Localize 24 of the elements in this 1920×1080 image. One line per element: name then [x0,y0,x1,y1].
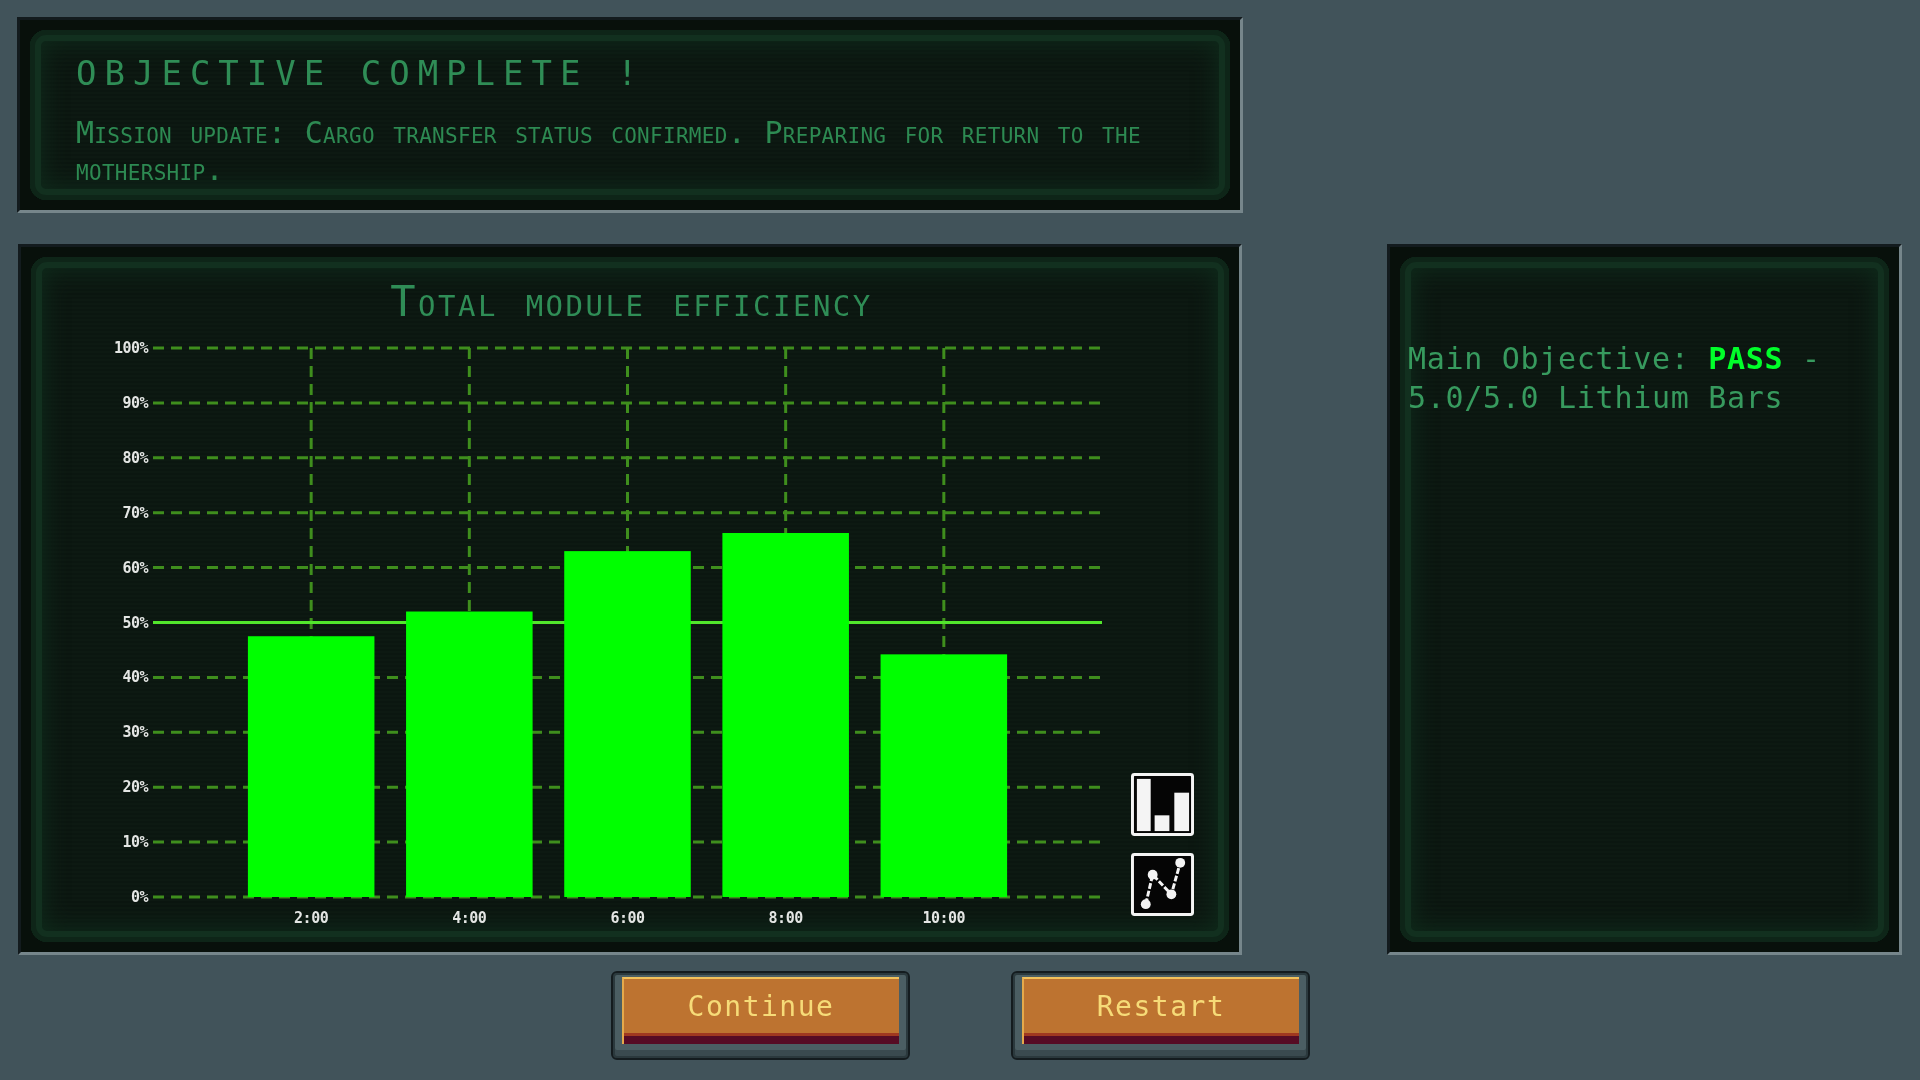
x-tick-label: 6:00 [610,909,645,925]
y-tick-label: 50% [122,613,148,632]
y-tick-label: 20% [122,778,148,797]
y-tick-label: 30% [122,723,148,742]
objective-status: Main Objective: PASS - 5.0/5.0 Lithium Bars [1408,340,1822,417]
x-tick-label: 10:00 [922,909,966,925]
y-tick-label: 10% [122,833,148,852]
x-tick-label: 4:00 [452,909,487,925]
y-tick-label: 0% [130,888,148,906]
y-tick-label: 40% [122,668,148,687]
y-tick-label: 100% [113,339,148,357]
y-tick-label: 60% [122,558,148,577]
restart-button[interactable]: Restart [1010,971,1310,1060]
chart-title: Total module efficiency [389,277,874,327]
continue-button[interactable]: Continue [610,971,910,1060]
line-chart-icon[interactable] [1131,853,1194,916]
y-tick-label: 80% [122,448,148,467]
mission-message: Mission update: Cargo transfer status confirmed. Preparing for return to the mothership. [76,114,1142,188]
bar-chart-icon[interactable] [1131,773,1194,836]
y-tick-label: 70% [122,503,148,522]
x-tick-label: 8:00 [768,909,803,925]
banner-title: OBJECTIVE COMPLETE ! [76,53,647,93]
y-tick-label: 90% [122,393,148,412]
x-tick-label: 2:00 [294,909,329,925]
